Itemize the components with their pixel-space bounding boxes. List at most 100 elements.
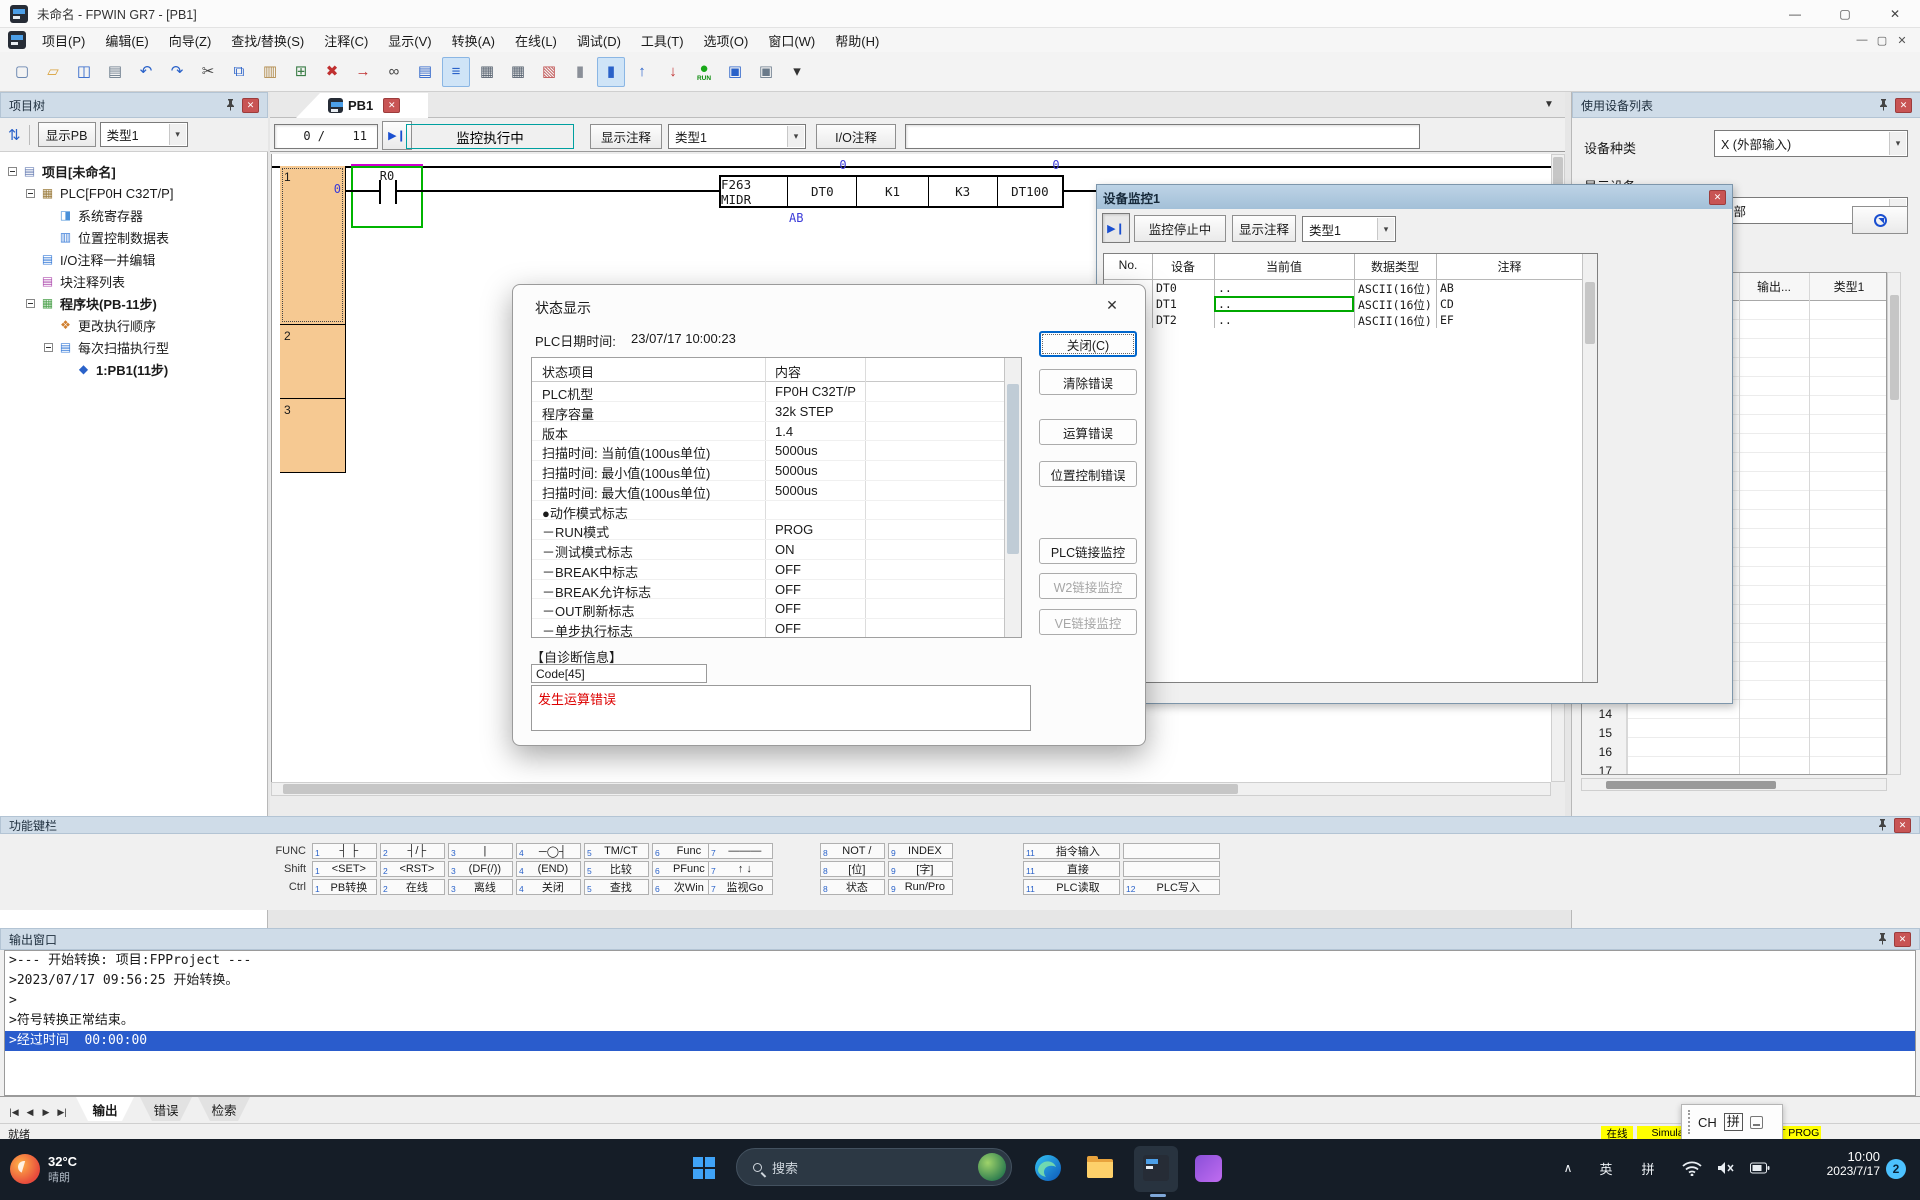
status-row[interactable]: 程序容量32k STEP [532, 402, 1004, 422]
ime-pinyin-icon[interactable]: 拼 [1724, 1113, 1743, 1131]
show-comment-button[interactable]: 显示注释 [1232, 215, 1296, 242]
menu-find-replace[interactable]: 查找/替换(S) [221, 28, 314, 52]
tree-item-io-comment[interactable]: ▤I/O注释一并编辑 [26, 248, 155, 270]
tab-error[interactable]: 错误 [140, 1097, 192, 1121]
redo-icon[interactable]: ↷ [163, 57, 191, 87]
io-comment-input[interactable] [905, 124, 1420, 149]
output-line[interactable]: >--- 开始转换: 项目:FPProject --- [5, 951, 1915, 971]
fkey-ctrl-11[interactable]: 12PLC写入 [1123, 879, 1220, 895]
fkey-shift-8[interactable]: 8[位] [820, 861, 885, 877]
fkey-ctrl-8[interactable]: 8状态 [820, 879, 885, 895]
menu-online[interactable]: 在线(L) [505, 28, 567, 52]
monitor-row[interactable]: DT0..ASCII(16位)AB [1104, 280, 1583, 296]
fkey-shift-1[interactable]: 1<SET> [312, 861, 377, 877]
tab-output[interactable]: 输出 [76, 1097, 134, 1121]
delete-icon[interactable]: ✖ [318, 57, 346, 87]
menu-window[interactable]: 窗口(W) [758, 28, 825, 52]
comment-display-icon[interactable]: ≡ [442, 57, 470, 87]
io-comment-icon[interactable]: ▤ [411, 57, 439, 87]
fkey-func-10[interactable]: 11指令输入 [1023, 843, 1120, 859]
status-row[interactable]: ●动作模式标志 [532, 501, 1004, 521]
output-line[interactable]: >2023/07/17 09:56:25 开始转换。 [5, 971, 1915, 991]
maximize-button[interactable]: ▢ [1820, 0, 1870, 27]
tree-item-system-register[interactable]: ◨系统寄存器 [44, 204, 143, 226]
fkey-ctrl-4[interactable]: 4关闭 [516, 879, 581, 895]
start-button[interactable] [688, 1152, 720, 1184]
menu-edit[interactable]: 编辑(E) [95, 28, 158, 52]
tree-item-program-block[interactable]: ▦程序块(PB-11步) [26, 292, 157, 314]
refresh-button[interactable] [1852, 206, 1908, 234]
close-panel-icon[interactable]: ✕ [1894, 818, 1911, 833]
status-row[interactable]: －测试模式标志ON [532, 540, 1004, 560]
cut-icon[interactable]: ✂ [194, 57, 222, 87]
output-nav-icon[interactable]: ◀ [22, 1107, 38, 1118]
fkey-func-11[interactable] [1123, 843, 1220, 859]
scrollbar-thumb[interactable] [1007, 384, 1019, 554]
monitor-type-combo[interactable]: 类型1 ▾ [1302, 216, 1396, 242]
close-panel-icon[interactable]: ✕ [1894, 932, 1911, 947]
toolbar-more-icon[interactable]: ▾ [783, 57, 811, 87]
fkey-ctrl-7[interactable]: 7监视Go [708, 879, 773, 895]
output-log[interactable]: >--- 开始转换: 项目:FPProject --->2023/07/17 0… [4, 950, 1916, 1096]
status-row[interactable]: 扫描时间: 最大值(100us单位)5000us [532, 481, 1004, 501]
taskbar-app-icon[interactable] [1192, 1152, 1224, 1184]
register-monitor-icon[interactable]: ▦ [473, 57, 501, 87]
jump-icon[interactable]: → [349, 57, 377, 87]
close-button[interactable]: ✕ [1870, 0, 1920, 27]
menu-help[interactable]: 帮助(H) [825, 28, 889, 52]
status-row[interactable]: PLC机型FP0H C32T/P [532, 382, 1004, 402]
fkey-func-4[interactable]: 4─◯┤ [516, 843, 581, 859]
taskbar-fpwin-icon[interactable] [1140, 1152, 1172, 1184]
output-nav-buttons[interactable]: |◀◀▶▶| [6, 1103, 70, 1118]
pin-icon[interactable] [1877, 819, 1888, 831]
fkey-ctrl-3[interactable]: 3离线 [448, 879, 513, 895]
fkey-func-1[interactable]: 1┤ ├ [312, 843, 377, 859]
status-row[interactable]: －BREAK中标志OFF [532, 560, 1004, 580]
contact-icon[interactable] [395, 180, 397, 204]
mdi-minimize-icon[interactable]: — [1852, 34, 1872, 46]
status-row[interactable]: 扫描时间: 当前值(100us单位)5000us [532, 441, 1004, 461]
ladder-hscrollbar[interactable] [271, 782, 1551, 796]
device-monitor-icon[interactable]: ▮ [566, 57, 594, 87]
fkey-shift-10[interactable]: 11直接 [1023, 861, 1120, 877]
clear-error-button[interactable]: 清除错误 [1039, 369, 1137, 395]
online-monitor-icon[interactable]: ▮ [597, 57, 625, 87]
io-comment-button[interactable]: I/O注释 [816, 124, 896, 149]
status-row[interactable]: 版本1.4 [532, 422, 1004, 442]
speaker-muted-icon[interactable] [1710, 1152, 1742, 1184]
editor-type-combo[interactable]: 类型1 ▾ [668, 124, 806, 149]
tree-item-plc[interactable]: ▦PLC[FP0H C32T/P] [26, 182, 173, 204]
tree-expander-icon[interactable] [44, 343, 53, 352]
copy-icon[interactable]: ⧉ [225, 57, 253, 87]
tree-expander-icon[interactable] [26, 189, 35, 198]
tree-item-change-order[interactable]: ❖更改执行顺序 [44, 314, 156, 336]
paste-icon[interactable]: ▥ [256, 57, 284, 87]
mdi-close-icon[interactable]: ✕ [1892, 34, 1912, 47]
device-type-combo[interactable]: X (外部输入) ▾ [1714, 130, 1908, 157]
close-tab-icon[interactable]: ✕ [383, 98, 400, 113]
pin-icon[interactable] [1877, 933, 1888, 945]
tab-pb1[interactable]: PB1 ✕ [296, 93, 428, 118]
undo-icon[interactable]: ↶ [132, 57, 160, 87]
show-pb-button[interactable]: 显示PB [38, 122, 96, 147]
output-line[interactable]: >符号转换正常结束。 [5, 1011, 1915, 1031]
scrollbar-thumb[interactable] [1606, 781, 1776, 789]
tray-lang-pinyin[interactable]: 拼 [1632, 1152, 1664, 1184]
tree-item-position-control[interactable]: ▥位置控制数据表 [44, 226, 169, 248]
fkey-func-9[interactable]: 9INDEX [888, 843, 953, 859]
tree-expander-icon[interactable] [8, 167, 17, 176]
notification-badge[interactable]: 2 [1886, 1159, 1906, 1179]
taskbar-explorer-icon[interactable] [1084, 1152, 1116, 1184]
battery-icon[interactable] [1744, 1152, 1776, 1184]
fkey-func-5[interactable]: 5TM/CT [584, 843, 649, 859]
print-icon[interactable]: ▤ [101, 57, 129, 87]
status-row[interactable]: 扫描时间: 最小值(100us单位)5000us [532, 461, 1004, 481]
operation-error-button[interactable]: 运算错误 [1039, 419, 1137, 445]
tray-lang-en[interactable]: 英 [1590, 1152, 1622, 1184]
tree-type-combo[interactable]: 类型1 ▾ [100, 122, 188, 147]
fkey-ctrl-10[interactable]: 11PLC读取 [1023, 879, 1120, 895]
fkey-func-7[interactable]: 7——— [708, 843, 773, 859]
monitor-stop-button[interactable]: 监控停止中 [1134, 215, 1226, 242]
new-file-icon[interactable]: ▢ [8, 57, 36, 87]
ime-keyboard-icon[interactable] [1750, 1116, 1763, 1129]
